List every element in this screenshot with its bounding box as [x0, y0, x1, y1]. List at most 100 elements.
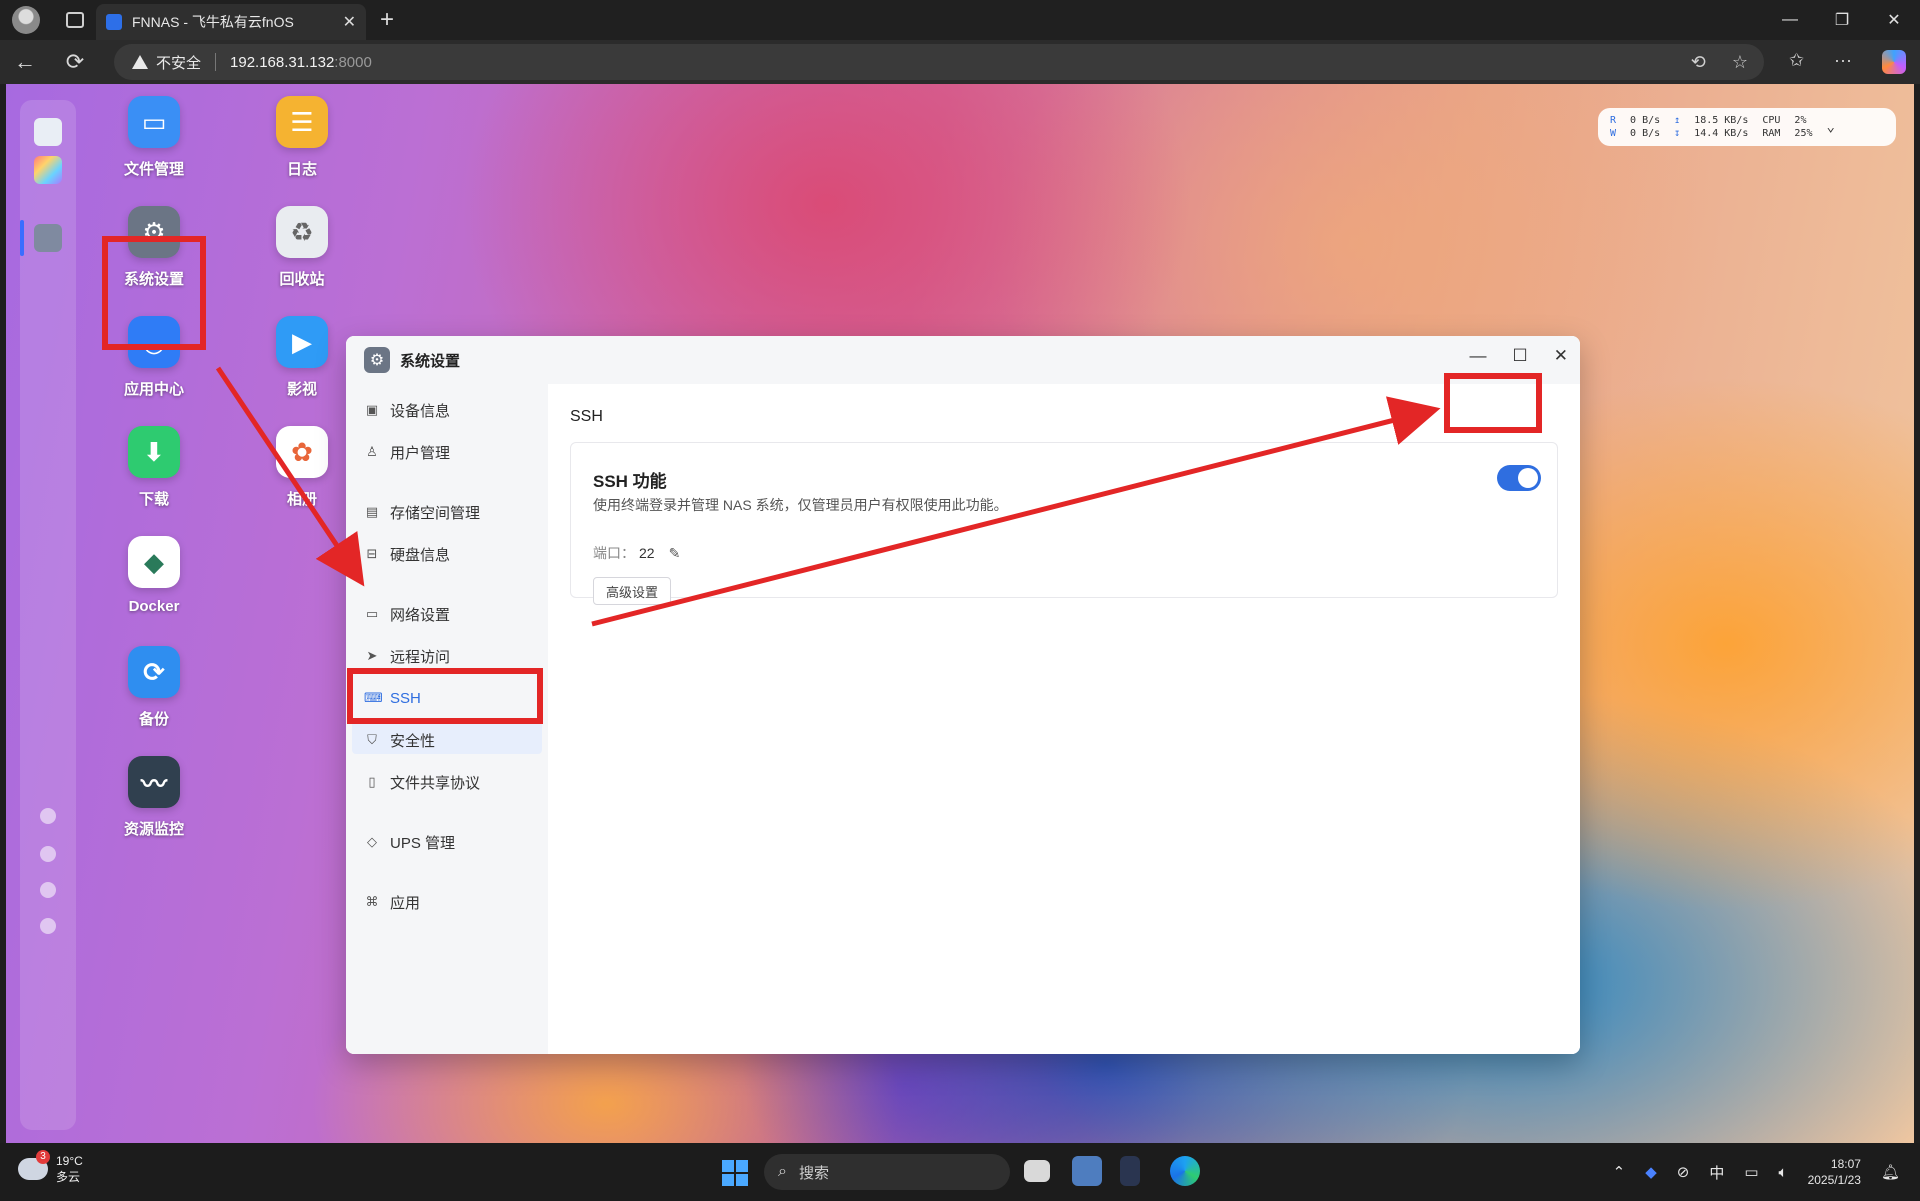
- annotation-box-ssh-toggle: [1444, 373, 1542, 433]
- info-icon[interactable]: [40, 808, 56, 824]
- window-maximize-icon[interactable]: ☐: [1513, 346, 1528, 366]
- taskbar-search[interactable]: ⌕ 搜索: [764, 1154, 1010, 1190]
- user-icon[interactable]: [40, 882, 56, 898]
- favorites-icon[interactable]: ✩: [1789, 50, 1804, 74]
- system-tray: ⌃ ◆ ⊘ 中 ▭ 🔈︎ 18:07 2025/1/23 🔔︎: [1613, 1143, 1900, 1201]
- more-icon[interactable]: ···: [1834, 50, 1852, 74]
- ssh-toggle[interactable]: [1497, 465, 1541, 491]
- edge-browser-icon[interactable]: [1170, 1156, 1200, 1186]
- app-grid-icon[interactable]: [34, 156, 62, 184]
- section-title: SSH: [570, 408, 603, 425]
- clock-date: 2025/1/23: [1807, 1173, 1861, 1187]
- nav-item-storage[interactable]: ▤ 存储空间管理: [364, 500, 480, 524]
- system-monitor-widget[interactable]: RW 0 B/s 0 B/s ↥ ↧ 18.5 KB/s 14.4 KB/s CPU R…: [1598, 108, 1896, 146]
- search-icon: ⌕: [778, 1163, 787, 1180]
- desktop-icon-file-manager[interactable]: ▭ 文件管理: [94, 96, 214, 179]
- network-offline-icon[interactable]: ⊘: [1677, 1163, 1690, 1181]
- advanced-settings-button[interactable]: 高级设置: [593, 577, 672, 605]
- nav-item-ups[interactable]: ◇ UPS 管理: [364, 830, 455, 854]
- clock[interactable]: 18:07 2025/1/23: [1808, 1156, 1861, 1188]
- favorite-star-icon[interactable]: ☆: [1732, 52, 1748, 73]
- desktop-icon-download[interactable]: ⬇ 下载: [94, 426, 214, 509]
- nav-item-device-info[interactable]: ▣ 设备信息: [364, 398, 450, 422]
- remote-desktop-icon[interactable]: [1072, 1156, 1102, 1186]
- notification-bell-icon[interactable]: 🔔︎: [1881, 1163, 1900, 1181]
- ssh-description: 使用终端登录并管理 NAS 系统，仅管理员用户有权限使用此功能。: [593, 497, 1008, 513]
- desktop-icon-video[interactable]: ▶ 影视: [242, 316, 362, 399]
- icon-label: 应用中心: [123, 381, 184, 398]
- ssh-card: SSH 功能 使用终端登录并管理 NAS 系统，仅管理员用户有权限使用此功能。 …: [570, 442, 1558, 605]
- tab-actions-icon[interactable]: [66, 12, 84, 28]
- desktop-icon-logs[interactable]: ☰ 日志: [242, 96, 362, 179]
- nav-item-apps[interactable]: ⌘ 应用: [364, 890, 421, 914]
- desktop-icon[interactable]: [34, 118, 62, 146]
- desktop-icon-docker[interactable]: ◆ Docker: [94, 536, 214, 615]
- nav-item-user-management[interactable]: ♙ 用户管理: [364, 440, 450, 464]
- dock-active-indicator: [20, 220, 24, 256]
- tray-app-icon[interactable]: ◆: [1645, 1163, 1657, 1181]
- ssh-title: SSH 功能: [593, 472, 667, 491]
- browser-titlebar: FNNAS - 飞牛私有云fnOS ✕ + — ❐ ✕: [0, 0, 1920, 40]
- nav-item-remote-access[interactable]: ➤ 远程访问: [364, 644, 450, 668]
- desktop-icon-recycle-bin[interactable]: ♻ 回收站: [242, 206, 362, 289]
- network-icon: ▭: [365, 606, 379, 621]
- remote-icon: ➤: [366, 648, 378, 663]
- fnos-favicon-icon: [106, 14, 122, 30]
- weather-condition: 多云: [56, 1170, 81, 1184]
- browser-tab[interactable]: FNNAS - 飞牛私有云fnOS ✕: [96, 4, 366, 40]
- ram-label: RAM: [1762, 128, 1781, 139]
- disk-icon: ⊟: [366, 546, 378, 561]
- cpu-value: 2%: [1794, 115, 1807, 126]
- terminal-app-icon[interactable]: [1120, 1156, 1140, 1186]
- bell-icon[interactable]: [40, 846, 56, 862]
- recycle-icon: ♻: [276, 206, 328, 258]
- ram-value: 25%: [1794, 128, 1813, 139]
- tray-chevron-up-icon[interactable]: ⌃: [1613, 1163, 1626, 1181]
- copilot-icon[interactable]: [1882, 50, 1906, 74]
- search-placeholder: 搜索: [798, 1164, 829, 1182]
- upload-rate: 18.5 KB/s: [1694, 115, 1749, 126]
- insecure-label[interactable]: 不安全: [156, 52, 201, 73]
- translate-icon[interactable]: ⟲: [1691, 52, 1706, 73]
- windows-start-icon[interactable]: [722, 1160, 748, 1186]
- settings-content: SSH SSH 功能 使用终端登录并管理 NAS 系统，仅管理员用户有权限使用此…: [548, 384, 1580, 1054]
- tab-close-icon[interactable]: ✕: [343, 12, 356, 32]
- chevron-down-icon[interactable]: ⌄: [1826, 120, 1834, 134]
- monitor-icon: 〰: [128, 756, 180, 808]
- settings-gear-icon: ⚙: [364, 347, 390, 373]
- download-arrow-icon: ↧: [1674, 128, 1681, 139]
- desktop-icon-backup[interactable]: ⟳ 备份: [94, 646, 214, 729]
- nav-item-security[interactable]: ⛉ 安全性: [364, 728, 435, 752]
- address-bar[interactable]: 不安全 192.168.31.132 :8000 ⟲ ☆: [114, 44, 1764, 80]
- back-icon[interactable]: ←: [0, 49, 50, 75]
- window-minimize-icon[interactable]: —: [1470, 346, 1487, 366]
- desktop-icon-resource-monitor[interactable]: 〰 资源监控: [94, 756, 214, 839]
- display-icon[interactable]: ▭: [1744, 1163, 1758, 1181]
- nav-item-disk-info[interactable]: ⊟ 硬盘信息: [364, 542, 450, 566]
- upload-arrow-icon: ↥: [1674, 115, 1681, 126]
- task-view-icon[interactable]: [1024, 1160, 1050, 1182]
- shield-icon: ⛉: [367, 732, 377, 747]
- restore-icon[interactable]: ❐: [1816, 0, 1868, 40]
- backup-icon: ⟳: [128, 646, 180, 698]
- minimize-icon[interactable]: —: [1764, 0, 1816, 40]
- nav-item-file-sharing[interactable]: ▯ 文件共享协议: [364, 770, 480, 794]
- new-tab-icon[interactable]: +: [380, 6, 394, 34]
- edit-pencil-icon[interactable]: ✎: [669, 545, 681, 562]
- nav-item-network[interactable]: ▭ 网络设置: [364, 602, 450, 626]
- dock-settings-gear-icon[interactable]: [34, 224, 62, 252]
- nav-label: 设备信息: [390, 402, 451, 420]
- profile-avatar[interactable]: [12, 6, 40, 34]
- refresh-icon[interactable]: ⟳: [50, 49, 100, 75]
- volume-icon[interactable]: 🔈︎: [1779, 1164, 1788, 1181]
- weather-widget[interactable]: 3 19°C 多云: [18, 1150, 83, 1185]
- desktop-icon-photos[interactable]: ✿ 相册: [242, 426, 362, 509]
- close-icon[interactable]: ✕: [1868, 0, 1920, 40]
- window-header[interactable]: ⚙ 系统设置 — ☐ ✕: [346, 336, 1580, 384]
- power-gear-icon[interactable]: [40, 918, 56, 934]
- icon-label: Docker: [128, 598, 180, 615]
- warning-icon: [132, 55, 148, 69]
- ime-indicator[interactable]: 中: [1709, 1162, 1724, 1183]
- window-close-icon[interactable]: ✕: [1554, 346, 1568, 366]
- photos-icon: ✿: [276, 426, 328, 478]
